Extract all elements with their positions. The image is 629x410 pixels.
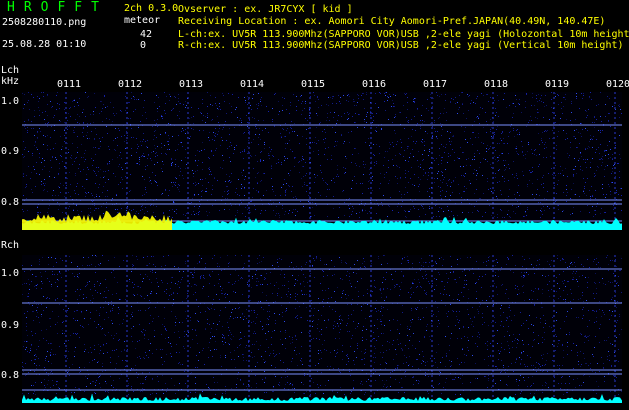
- time-tick-label: 0111: [57, 79, 82, 90]
- lch-ytick-0-8: 0.8: [1, 197, 20, 208]
- time-tick-label: 0114: [240, 79, 265, 90]
- signal-level-trace: [22, 393, 622, 403]
- time-tick-label: 0116: [362, 79, 387, 90]
- frequency-unit: kHz: [1, 76, 20, 87]
- app-title: HROFFT: [7, 0, 108, 15]
- meteor-echo-trace: [22, 210, 172, 230]
- lch-spectrogram-canvas: [22, 92, 622, 230]
- time-tick-label: 0117: [423, 79, 448, 90]
- rch-spectrogram: [22, 255, 622, 403]
- time-tick-label: 0119: [545, 79, 570, 90]
- time-tick-label: 0113: [179, 79, 204, 90]
- time-tick-label: 0112: [118, 79, 143, 90]
- timestamp: 25.08.28 01:10: [2, 39, 87, 50]
- lch-spectrogram: [22, 92, 622, 230]
- meteor-count-rch: 0: [140, 40, 147, 51]
- version-label: 2ch 0.3.0: [124, 3, 179, 14]
- lch-label: Lch: [1, 65, 20, 76]
- rch-spectrogram-canvas: [22, 255, 622, 403]
- lch-ytick-1-0: 1.0: [1, 96, 20, 107]
- time-tick-label: 0120: [606, 79, 629, 90]
- file-name: 2508280110.png: [2, 17, 87, 28]
- rch-receiver-info: R-ch:ex. UV5R 113.900Mhz(SAPPORO VOR)USB…: [178, 40, 624, 51]
- meteor-label: meteor: [124, 15, 161, 26]
- time-tick-label: 0118: [484, 79, 509, 90]
- meteor-count-lch: 42: [140, 29, 153, 40]
- noise-speckle: [22, 92, 622, 218]
- lch-ytick-0-9: 0.9: [1, 146, 20, 157]
- location-info: Receiving Location : ex. Aomori City Aom…: [178, 16, 606, 27]
- rch-label: Rch: [1, 240, 20, 251]
- observer-info: Ovserver : ex. JR7CYX [ kid ]: [178, 4, 353, 15]
- lch-receiver-info: L-ch:ex. UV5R 113.900Mhz(SAPPORO VOR)USB…: [178, 29, 629, 40]
- rch-ytick-1-0: 1.0: [1, 268, 20, 279]
- time-tick-label: 0115: [301, 79, 326, 90]
- rch-ytick-0-9: 0.9: [1, 320, 20, 331]
- rch-ytick-0-8: 0.8: [1, 370, 20, 381]
